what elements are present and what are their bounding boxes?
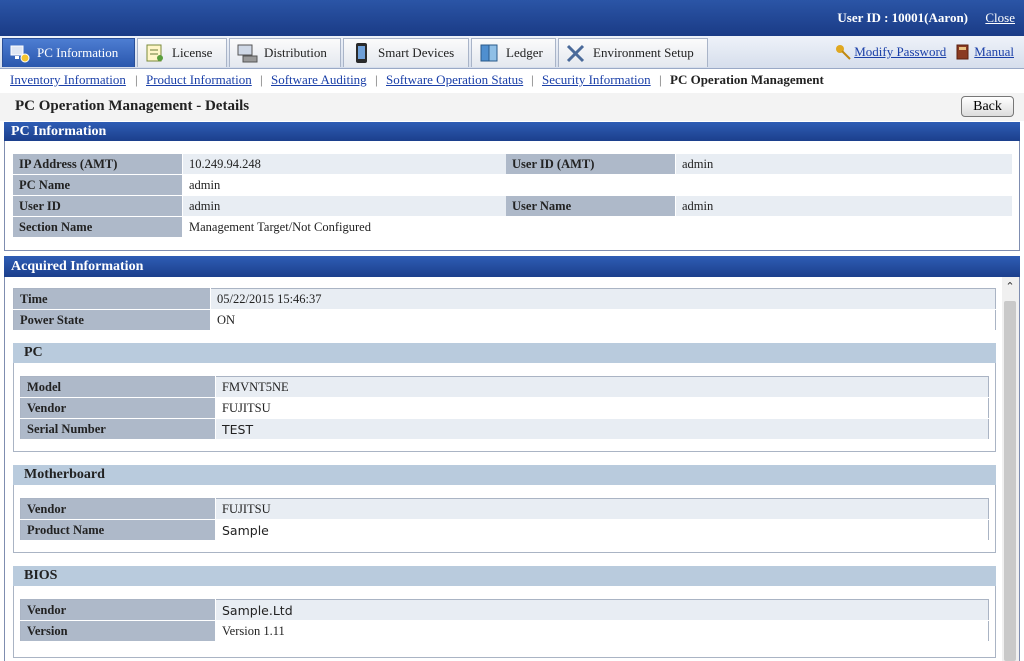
time-label: Time <box>13 288 211 310</box>
motherboard-vendor-value: FUJITSU <box>215 498 989 520</box>
scroll-up-arrow-icon[interactable]: ⌃ <box>1004 280 1016 294</box>
tab-label: Ledger <box>506 45 543 60</box>
pc-information-header: PC Information <box>4 122 1020 141</box>
pc-subsection-box: Model FMVNT5NE Vendor FUJITSU Serial Numbe… <box>13 363 996 452</box>
bios-vendor-value: Sample.Ltd <box>215 599 989 621</box>
sub-nav-software-auditing[interactable]: Software Auditing <box>271 72 367 87</box>
key-icon <box>835 44 851 60</box>
tab-label: PC Information <box>37 45 119 60</box>
user-id-amt-label: User ID (AMT) <box>506 154 676 175</box>
tab-label: Distribution <box>264 45 327 60</box>
ip-address-value: 10.249.94.248 <box>182 154 506 175</box>
section-name-value: Management Target/Not Configured <box>182 216 1012 238</box>
acquired-information-header: Acquired Information <box>4 256 1020 277</box>
license-icon <box>144 42 166 64</box>
top-bar: User ID : 10001(Aaron) Close <box>0 0 1024 36</box>
power-state-value: ON <box>210 309 996 331</box>
separator: | <box>375 72 378 87</box>
distribution-icon <box>236 42 258 64</box>
product-name-label: Product Name <box>20 519 216 541</box>
tab-distribution[interactable]: Distribution <box>229 38 341 67</box>
sub-nav-current: PC Operation Management <box>670 72 824 87</box>
close-link[interactable]: Close <box>985 10 1015 26</box>
vertical-scrollbar[interactable]: ⌃ <box>1002 277 1019 661</box>
tab-environment-setup[interactable]: Environment Setup <box>558 38 708 67</box>
header-right-links: Modify Password Manual <box>835 44 1014 60</box>
bios-details-table: Vendor Sample.Ltd Version Version 1.11 <box>20 599 989 642</box>
pc-name-label: PC Name <box>13 174 183 196</box>
pc-name-value: admin <box>182 174 1012 196</box>
title-row: PC Operation Management - Details Back <box>0 93 1024 121</box>
ip-address-label: IP Address (AMT) <box>13 154 183 175</box>
sub-nav-security-information[interactable]: Security Information <box>542 72 651 87</box>
sub-nav-inventory-information[interactable]: Inventory Information <box>10 72 126 87</box>
model-label: Model <box>20 376 216 398</box>
user-name-value: admin <box>675 195 1012 217</box>
back-button[interactable]: Back <box>961 96 1014 117</box>
page-title: PC Operation Management - Details <box>15 98 250 114</box>
serial-number-value: TEST <box>215 418 989 440</box>
power-state-label: Power State <box>13 309 211 331</box>
bios-version-value: Version 1.11 <box>215 620 989 642</box>
time-power-table: Time 05/22/2015 15:46:37 Power State ON <box>13 288 996 331</box>
modify-password-link[interactable]: Modify Password <box>854 44 946 60</box>
tab-pc-information[interactable]: PC Information <box>2 38 135 67</box>
separator: | <box>531 72 534 87</box>
pc-subsection-header: PC <box>13 343 996 363</box>
motherboard-details-table: Vendor FUJITSU Product Name Sample <box>20 498 989 541</box>
manual-book-icon <box>955 44 971 60</box>
product-name-value: Sample <box>215 519 989 541</box>
section-name-label: Section Name <box>13 216 183 238</box>
separator: | <box>659 72 662 87</box>
separator: | <box>260 72 263 87</box>
tab-label: License <box>172 45 213 60</box>
ledger-icon <box>478 42 500 64</box>
acquired-information-scroll-area[interactable]: Time 05/22/2015 15:46:37 Power State ON … <box>4 277 1020 661</box>
tab-smart-devices[interactable]: Smart Devices <box>343 38 469 67</box>
environment-setup-icon <box>565 42 587 64</box>
pc-info-icon <box>9 42 31 64</box>
pc-information-table: IP Address (AMT) 10.249.94.248 User ID (… <box>13 154 1012 238</box>
motherboard-subsection-header: Motherboard <box>13 465 996 485</box>
smart-device-icon <box>350 42 372 64</box>
bios-subsection-header: BIOS <box>13 566 996 586</box>
bios-version-label: Version <box>20 620 216 642</box>
pc-information-panel: IP Address (AMT) 10.249.94.248 User ID (… <box>4 141 1020 251</box>
serial-number-label: Serial Number <box>20 418 216 440</box>
motherboard-subsection-box: Vendor FUJITSU Product Name Sample <box>13 485 996 553</box>
vendor-value: FUJITSU <box>215 397 989 419</box>
motherboard-vendor-label: Vendor <box>20 498 216 520</box>
time-value: 05/22/2015 15:46:37 <box>210 288 996 310</box>
bios-subsection-box: Vendor Sample.Ltd Version Version 1.11 <box>13 586 996 658</box>
tab-license[interactable]: License <box>137 38 227 67</box>
manual-link[interactable]: Manual <box>974 44 1014 60</box>
model-value: FMVNT5NE <box>215 376 989 398</box>
sub-navigation: Inventory Information | Product Informat… <box>0 69 1024 91</box>
tab-label: Environment Setup <box>593 45 694 60</box>
user-id-label: User ID <box>13 195 183 217</box>
sub-nav-software-operation-status[interactable]: Software Operation Status <box>386 72 523 87</box>
user-id-amt-value: admin <box>675 154 1012 175</box>
scrollbar-thumb[interactable] <box>1004 301 1016 661</box>
tab-label: Smart Devices <box>378 45 455 60</box>
user-id-value: admin <box>182 195 506 217</box>
user-id-label: User ID : 10001(Aaron) <box>837 10 968 25</box>
separator: | <box>135 72 138 87</box>
pc-details-table: Model FMVNT5NE Vendor FUJITSU Serial Numbe… <box>20 376 989 440</box>
tab-ledger[interactable]: Ledger <box>471 38 556 67</box>
vendor-label: Vendor <box>20 397 216 419</box>
user-name-label: User Name <box>506 195 676 217</box>
bios-vendor-label: Vendor <box>20 599 216 621</box>
sub-nav-product-information[interactable]: Product Information <box>146 72 252 87</box>
